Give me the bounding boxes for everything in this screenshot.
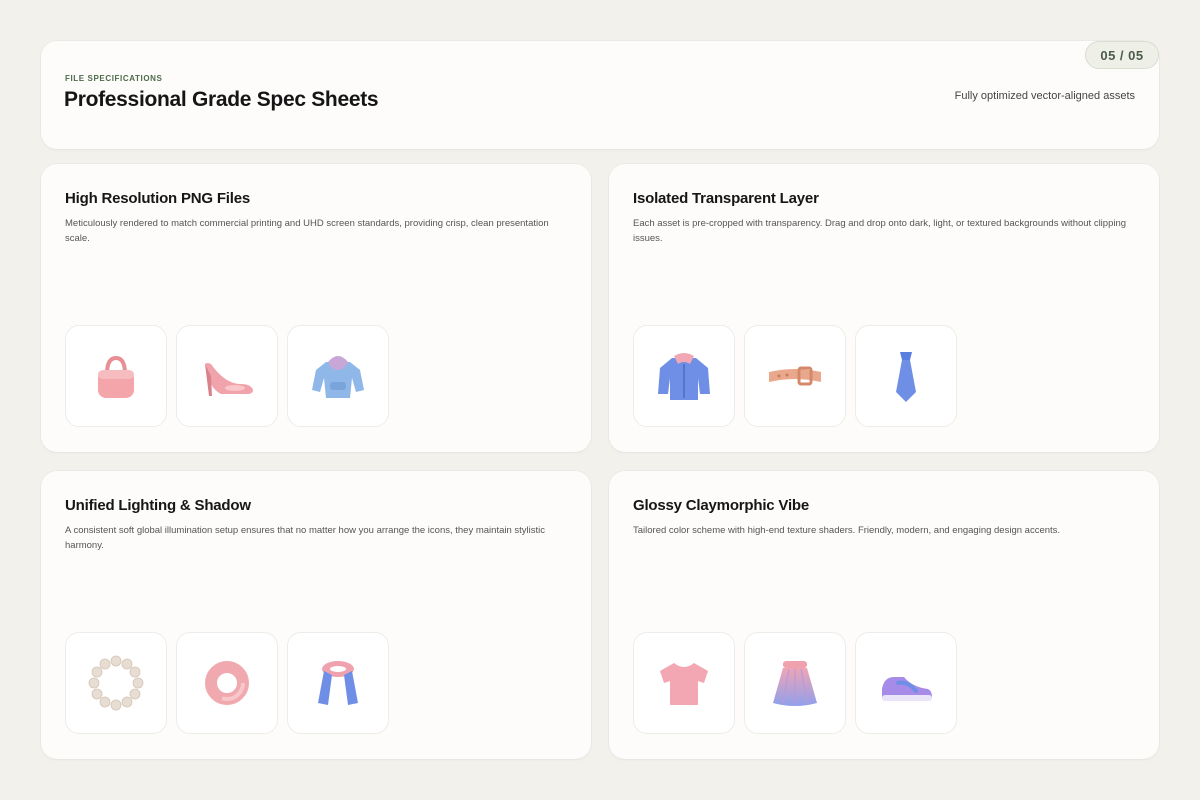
icon-tiles xyxy=(65,632,389,734)
card-description: Each asset is pre-cropped with transpare… xyxy=(633,218,1127,244)
icon-tile[interactable] xyxy=(65,632,167,734)
page-indicator-badge: 05 / 05 xyxy=(1085,41,1159,69)
icon-tile[interactable] xyxy=(176,325,278,427)
icon-tile[interactable] xyxy=(633,325,735,427)
sneaker-icon xyxy=(882,677,932,701)
handbag-icon xyxy=(98,355,134,398)
scarf-icon xyxy=(318,661,358,705)
feature-card-transparent: Isolated Transparent Layer Each asset is… xyxy=(609,164,1159,452)
skirt-icon xyxy=(773,661,817,706)
t-shirt-icon xyxy=(660,663,708,705)
eyebrow-label: FILE SPECIFICATIONS xyxy=(65,74,163,83)
feature-card-claymorphic: Glossy Claymorphic Vibe Tailored color s… xyxy=(609,471,1159,759)
icon-tile[interactable] xyxy=(744,632,846,734)
card-title: Isolated Transparent Layer xyxy=(633,190,819,207)
feature-card-lighting: Unified Lighting & Shadow A consistent s… xyxy=(41,471,591,759)
pearl-bracelet-icon xyxy=(88,655,144,711)
card-title: Glossy Claymorphic Vibe xyxy=(633,497,810,514)
belt-icon xyxy=(769,366,821,386)
donut-ring-icon xyxy=(205,661,249,705)
icon-tile[interactable] xyxy=(855,325,957,427)
header-tagline: Fully optimized vector-aligned assets xyxy=(954,90,1135,102)
card-title: High Resolution PNG Files xyxy=(65,190,251,207)
icon-tile[interactable] xyxy=(633,632,735,734)
card-description: A consistent soft global illumination se… xyxy=(65,525,546,551)
icon-tile[interactable] xyxy=(855,632,957,734)
icon-tile[interactable] xyxy=(287,325,389,427)
header-card: FILE SPECIFICATIONS Professional Grade S… xyxy=(41,41,1159,149)
card-description: Meticulously rendered to match commercia… xyxy=(65,218,549,244)
icon-tiles xyxy=(633,325,957,427)
icon-tiles xyxy=(633,632,957,734)
icon-tile[interactable] xyxy=(744,325,846,427)
card-title: Unified Lighting & Shadow xyxy=(65,497,251,514)
necktie-icon xyxy=(896,352,916,402)
high-heel-icon xyxy=(205,363,253,396)
feature-card-png: High Resolution PNG Files Meticulously r… xyxy=(41,164,591,452)
icon-tile[interactable] xyxy=(176,632,278,734)
icon-tiles xyxy=(65,325,389,427)
card-description: Tailored color scheme with high-end text… xyxy=(633,525,1061,536)
hoodie-icon xyxy=(312,356,364,398)
icon-tile[interactable] xyxy=(65,325,167,427)
icon-tile[interactable] xyxy=(287,632,389,734)
page-title: Professional Grade Spec Sheets xyxy=(64,88,379,111)
jacket-icon xyxy=(658,353,710,400)
